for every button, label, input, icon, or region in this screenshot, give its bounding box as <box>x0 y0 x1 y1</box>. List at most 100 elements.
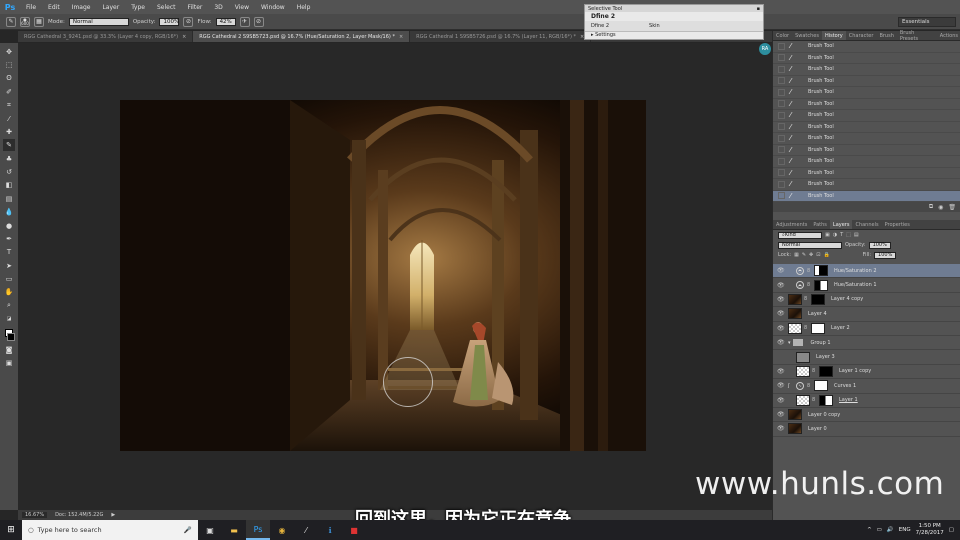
history-checkbox[interactable] <box>778 192 785 200</box>
opacity-field[interactable]: 100% <box>159 17 180 26</box>
filter-adjustment-icon[interactable]: ◑ <box>833 232 837 238</box>
history-checkbox[interactable] <box>778 77 785 85</box>
link-icon[interactable]: 8 <box>807 268 812 274</box>
file-explorer-icon[interactable]: ▬ <box>222 520 246 540</box>
eye-icon[interactable]: 👁 <box>777 339 785 346</box>
link-icon[interactable]: 8 <box>804 325 809 331</box>
eraser-tool-icon[interactable]: ◧ <box>3 179 15 191</box>
color-swatches[interactable] <box>3 327 15 343</box>
healing-brush-tool-icon[interactable]: ✚ <box>3 126 15 138</box>
layer-row[interactable]: 👁 Layer 0 copy <box>773 408 960 423</box>
layer-opacity-field[interactable]: 100% <box>868 241 891 249</box>
history-checkbox[interactable] <box>778 88 785 96</box>
eye-icon[interactable]: 👁 <box>777 382 785 389</box>
menu-select[interactable]: Select <box>151 4 182 11</box>
history-checkbox[interactable] <box>778 157 785 165</box>
blur-tool-icon[interactable]: 💧 <box>3 206 15 218</box>
history-item[interactable]: ⁄ Brush Tool <box>773 133 960 145</box>
path-select-tool-icon[interactable]: ➤ <box>3 260 15 272</box>
network-icon[interactable]: ▭ <box>877 527 882 533</box>
layer-row[interactable]: 👁 8 Layer 2 <box>773 322 960 336</box>
windows-start-icon[interactable]: ⊞ <box>0 520 22 540</box>
red-app-icon[interactable]: ■ <box>342 520 366 540</box>
airbrush-icon[interactable]: ✈ <box>239 16 250 27</box>
chevron-up-icon[interactable]: ^ <box>867 527 872 533</box>
history-item[interactable]: ⁄ Brush Tool <box>773 179 960 191</box>
photoshop-taskbar-icon[interactable]: Ps <box>246 520 270 540</box>
tab-channels[interactable]: Channels <box>852 220 881 229</box>
quick-select-tool-icon[interactable]: ✐ <box>3 86 15 98</box>
mode-select[interactable]: Normal <box>68 17 129 26</box>
history-checkbox[interactable] <box>778 54 785 62</box>
link-icon[interactable]: 8 <box>807 282 812 288</box>
close-icon[interactable]: × <box>399 34 403 40</box>
eye-icon[interactable]: 👁 <box>777 411 785 418</box>
link-icon[interactable]: 8 <box>812 397 817 403</box>
filter-type-icon[interactable]: T <box>840 232 843 238</box>
eye-icon[interactable]: 👁 <box>777 368 785 375</box>
layer-row[interactable]: 👁 ◓ 8 Hue/Saturation 1 <box>773 278 960 293</box>
tab-cathedral-3[interactable]: RGG Cathedral 3_9241.psd @ 33.3% (Layer … <box>18 31 194 42</box>
eye-icon[interactable]: 👁 <box>777 267 785 274</box>
history-item[interactable]: ⁄ Brush Tool <box>773 99 960 110</box>
tab-paths[interactable]: Paths <box>810 220 830 229</box>
eye-icon[interactable]: 👁 <box>777 296 785 303</box>
history-item[interactable]: ⁄ Brush Tool <box>773 64 960 76</box>
history-checkbox[interactable] <box>778 100 785 108</box>
brush-panel-toggle-icon[interactable]: ▦ <box>34 16 44 27</box>
volume-icon[interactable]: 🔊 <box>887 527 894 533</box>
default-colors-icon[interactable]: ◪ <box>3 313 15 325</box>
eye-icon[interactable]: 👁 <box>777 310 785 317</box>
tab-brush-presets[interactable]: Brush Presets <box>897 30 937 42</box>
status-menu-arrow-icon[interactable]: ▶ <box>111 512 115 518</box>
history-item[interactable]: ⁄ Brush Tool <box>773 168 960 179</box>
clone-stamp-tool-icon[interactable]: ♣ <box>3 153 15 165</box>
taskbar-search[interactable]: ○ Type here to search 🎤 <box>22 520 198 540</box>
notifications-icon[interactable]: ▢ <box>949 527 954 533</box>
lock-position-icon[interactable]: ✥ <box>809 252 813 258</box>
chevron-down-icon[interactable]: ▾ <box>788 340 791 346</box>
tab-cathedral-2[interactable]: RGG Cathedral 2 S9SB5723.psd @ 16.7% (Hu… <box>193 31 411 42</box>
tab-character[interactable]: Character <box>846 31 877 40</box>
background-color-swatch[interactable] <box>7 332 15 341</box>
menu-view[interactable]: View <box>229 4 255 11</box>
trash-icon[interactable]: 🗑 <box>948 204 956 211</box>
filter-shape-icon[interactable]: ⬚ <box>846 232 851 238</box>
history-checkbox[interactable] <box>778 180 785 188</box>
close-icon[interactable]: × <box>182 34 186 40</box>
menu-file[interactable]: File <box>20 4 42 11</box>
lasso-tool-icon[interactable]: ʘ <box>3 72 15 84</box>
link-icon[interactable]: 8 <box>804 296 809 302</box>
brush-size-picker[interactable]: ● 600 <box>20 16 30 27</box>
history-item[interactable]: ⁄ Brush Tool <box>773 122 960 133</box>
camera-icon[interactable]: ◉ <box>938 204 943 211</box>
history-item[interactable]: ⁄ Brush Tool <box>773 41 960 53</box>
tab-actions[interactable]: Actions <box>937 31 960 40</box>
hand-tool-icon[interactable]: ✋ <box>3 286 15 298</box>
settings-toggle[interactable]: ▸ Settings <box>585 31 763 38</box>
layer-mask-thumbnail[interactable] <box>819 394 833 406</box>
history-item[interactable]: ⁄ Brush Tool <box>773 76 960 87</box>
history-item[interactable]: ⁄ Brush Tool <box>773 145 960 156</box>
pen-tool-icon[interactable]: ✒ <box>3 233 15 245</box>
link-icon[interactable]: 8 <box>812 368 817 374</box>
menu-edit[interactable]: Edit <box>42 4 66 11</box>
link-icon[interactable]: 8 <box>807 383 812 389</box>
cathedral-artwork[interactable] <box>120 100 646 451</box>
task-view-icon[interactable]: ▣ <box>198 520 222 540</box>
lock-pixels-icon[interactable]: ✎ <box>802 252 806 258</box>
marquee-tool-icon[interactable]: ⬚ <box>3 59 15 71</box>
history-item[interactable]: ⁄ Brush Tool <box>773 110 960 122</box>
quick-mask-icon[interactable]: ◙ <box>3 344 15 356</box>
zoom-level[interactable]: 16.67% <box>22 512 48 518</box>
kind-filter-select[interactable]: ⌕ Kind <box>778 231 822 239</box>
layer-mask-thumbnail[interactable] <box>811 322 825 334</box>
layer-row[interactable]: 👁 ◓ 8 Hue/Saturation 2 <box>773 264 960 279</box>
menu-help[interactable]: Help <box>291 4 317 11</box>
lock-all-icon[interactable]: 🔒 <box>823 252 829 258</box>
menu-image[interactable]: Image <box>66 4 97 11</box>
clock[interactable]: 1:50 PM 7/28/2017 <box>916 523 944 537</box>
dfine-button[interactable]: Dfine 2 <box>591 23 609 29</box>
avatar[interactable]: RA <box>759 43 771 55</box>
layer-mask-thumbnail[interactable] <box>814 265 828 277</box>
